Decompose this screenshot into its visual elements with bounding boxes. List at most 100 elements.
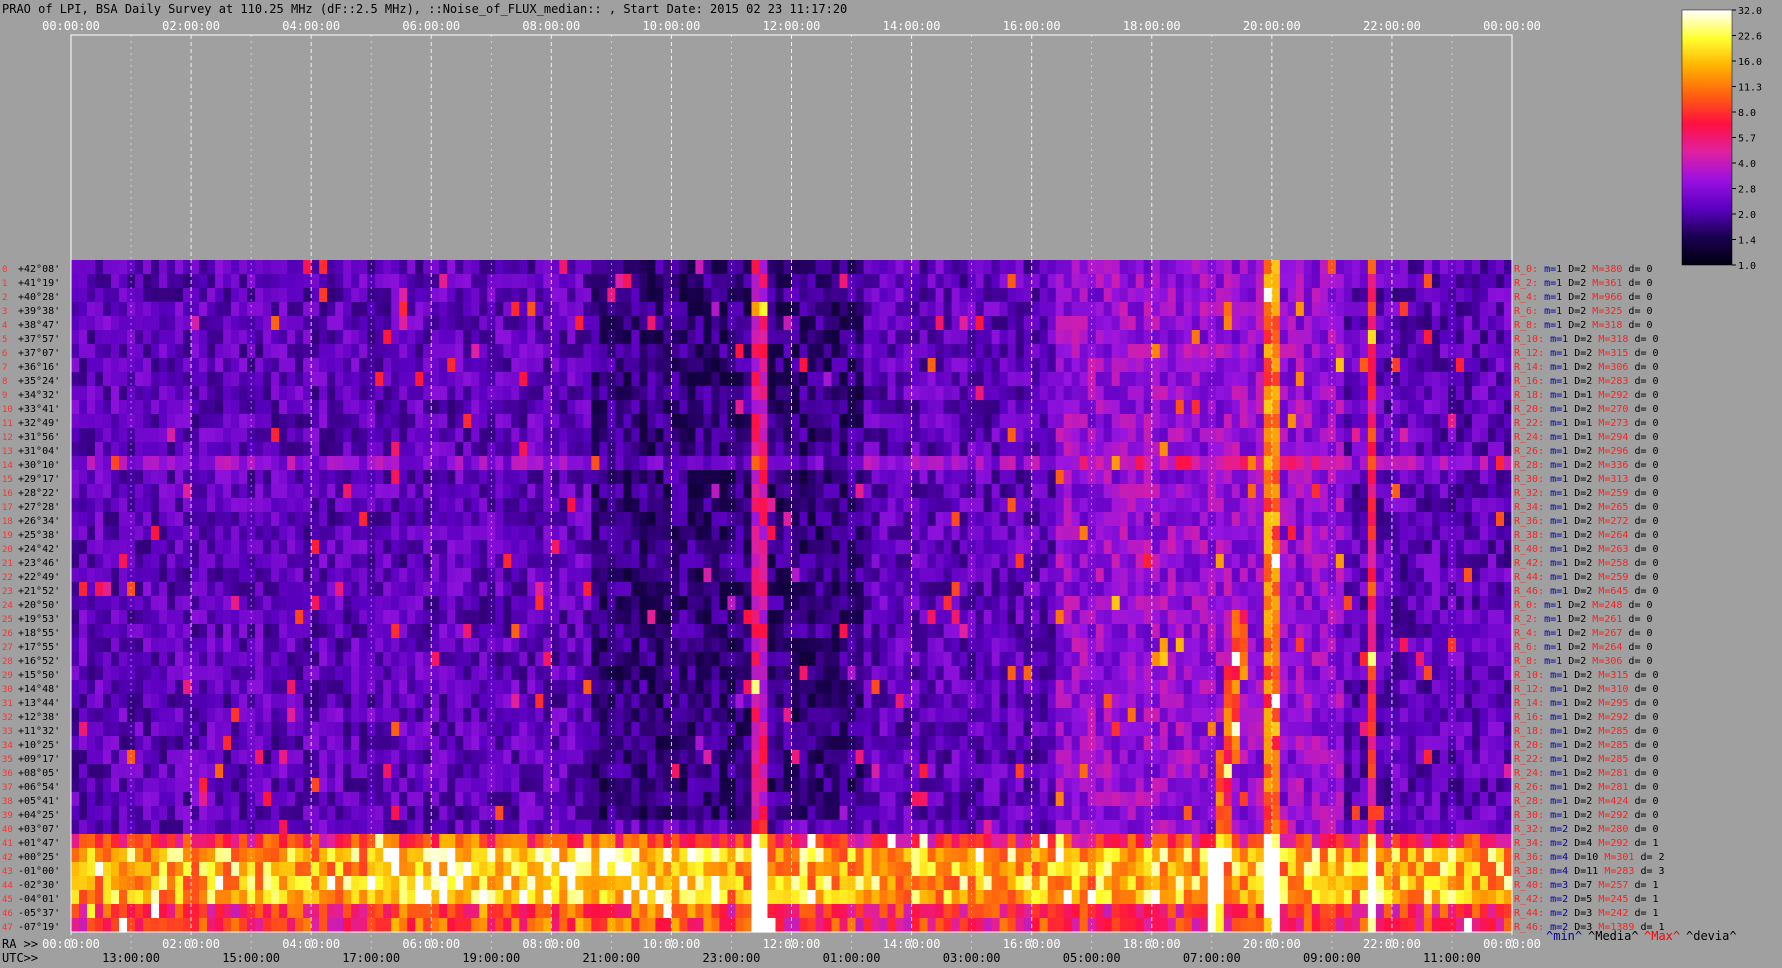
heatmap-cell: [1359, 302, 1369, 317]
heatmap-cell: [1103, 302, 1113, 317]
heatmap-cell: [1255, 610, 1265, 625]
heatmap-cell: [263, 386, 272, 401]
heatmap-cell: [1335, 358, 1345, 373]
heatmap-cell: [1071, 260, 1081, 275]
heatmap-cell: [1455, 568, 1465, 583]
heatmap-cell: [215, 526, 224, 541]
heatmap-cell: [1415, 428, 1425, 443]
heatmap-cell: [151, 442, 160, 457]
heatmap-cell: [927, 512, 937, 527]
heatmap-cell: [623, 484, 632, 499]
heatmap-cell: [303, 638, 312, 653]
heatmap-cell: [239, 358, 248, 373]
heatmap-cell: [495, 386, 504, 401]
heatmap-cell: [87, 442, 96, 457]
heatmap-cell: [735, 260, 745, 275]
heatmap-cell: [1103, 498, 1113, 513]
heatmap-cell: [1095, 442, 1105, 457]
heatmap-cell: [1095, 512, 1105, 527]
heatmap-cell: [599, 316, 608, 331]
heatmap-cell: [639, 470, 648, 485]
heatmap-cell: [1287, 470, 1297, 485]
heatmap-cell: [415, 316, 424, 331]
heatmap-cell: [1119, 568, 1129, 583]
heatmap-cell: [1127, 456, 1137, 471]
heatmap-cell: [175, 316, 184, 331]
heatmap-cell: [1039, 610, 1049, 625]
heatmap-cell: [1439, 330, 1449, 345]
heatmap-cell: [79, 274, 88, 289]
heatmap-cell: [279, 414, 288, 429]
heatmap-cell: [1263, 344, 1273, 359]
heatmap-cell: [1351, 610, 1361, 625]
heatmap-cell: [1287, 512, 1297, 527]
heatmap-cell: [871, 540, 881, 555]
heatmap-cell: [1143, 596, 1153, 611]
heatmap-cell: [631, 400, 640, 415]
heatmap-cell: [1159, 358, 1169, 373]
heatmap-cell: [815, 372, 825, 387]
heatmap-cell: [959, 498, 969, 513]
heatmap-cell: [727, 344, 737, 359]
heatmap-cell: [423, 400, 432, 415]
heatmap-cell: [663, 302, 673, 317]
heatmap-cell: [1479, 554, 1489, 569]
heatmap-cell: [231, 428, 240, 443]
heatmap-cell: [967, 554, 977, 569]
heatmap-cell: [1271, 442, 1281, 457]
heatmap-cell: [359, 288, 368, 303]
heatmap-cell: [1375, 568, 1385, 583]
heatmap-cell: [295, 596, 304, 611]
heatmap-cell: [559, 582, 568, 597]
heatmap-cell: [1095, 386, 1105, 401]
heatmap-cell: [303, 470, 312, 485]
heatmap-cell: [1071, 386, 1081, 401]
heatmap-cell: [439, 442, 448, 457]
heatmap-cell: [575, 554, 584, 569]
heatmap-cell: [1423, 316, 1433, 331]
heatmap-cell: [263, 358, 272, 373]
heatmap-cell: [1175, 568, 1185, 583]
heatmap-cell: [631, 540, 640, 555]
heatmap-cell: [943, 400, 953, 415]
heatmap-cell: [1311, 400, 1321, 415]
heatmap-cell: [175, 568, 184, 583]
heatmap-cell: [1495, 442, 1505, 457]
heatmap-cell: [263, 400, 272, 415]
heatmap-cell: [1143, 456, 1153, 471]
heatmap-cell: [1151, 330, 1161, 345]
heatmap-cell: [1479, 512, 1489, 527]
heatmap-cell: [463, 358, 472, 373]
heatmap-cell: [1359, 470, 1369, 485]
heatmap-cell: [527, 316, 536, 331]
heatmap-cell: [831, 274, 841, 289]
heatmap-cell: [879, 386, 889, 401]
heatmap-cell: [983, 330, 993, 345]
heatmap-cell: [1223, 610, 1233, 625]
heatmap-cell: [87, 610, 96, 625]
heatmap-cell: [631, 358, 640, 373]
heatmap-cell: [823, 414, 833, 429]
heatmap-cell: [1367, 358, 1377, 373]
heatmap-cell: [759, 260, 769, 275]
heatmap-cell: [799, 568, 809, 583]
heatmap-cell: [1255, 330, 1265, 345]
heatmap-cell: [615, 512, 624, 527]
heatmap-cell: [319, 274, 328, 289]
heatmap-cell: [855, 274, 865, 289]
heatmap-cell: [271, 428, 280, 443]
heatmap-cell: [1127, 442, 1137, 457]
heatmap-cell: [1303, 316, 1313, 331]
heatmap-cell: [607, 554, 616, 569]
heatmap-cell: [175, 582, 184, 597]
heatmap-cell: [511, 344, 520, 359]
heatmap-cell: [751, 526, 761, 541]
heatmap-cell: [823, 274, 833, 289]
heatmap-cell: [975, 428, 985, 443]
heatmap-cell: [151, 624, 160, 639]
heatmap-cell: [1359, 372, 1369, 387]
heatmap-cell: [455, 274, 464, 289]
heatmap-cell: [79, 624, 88, 639]
heatmap-cell: [327, 442, 336, 457]
heatmap-cell: [1319, 302, 1329, 317]
